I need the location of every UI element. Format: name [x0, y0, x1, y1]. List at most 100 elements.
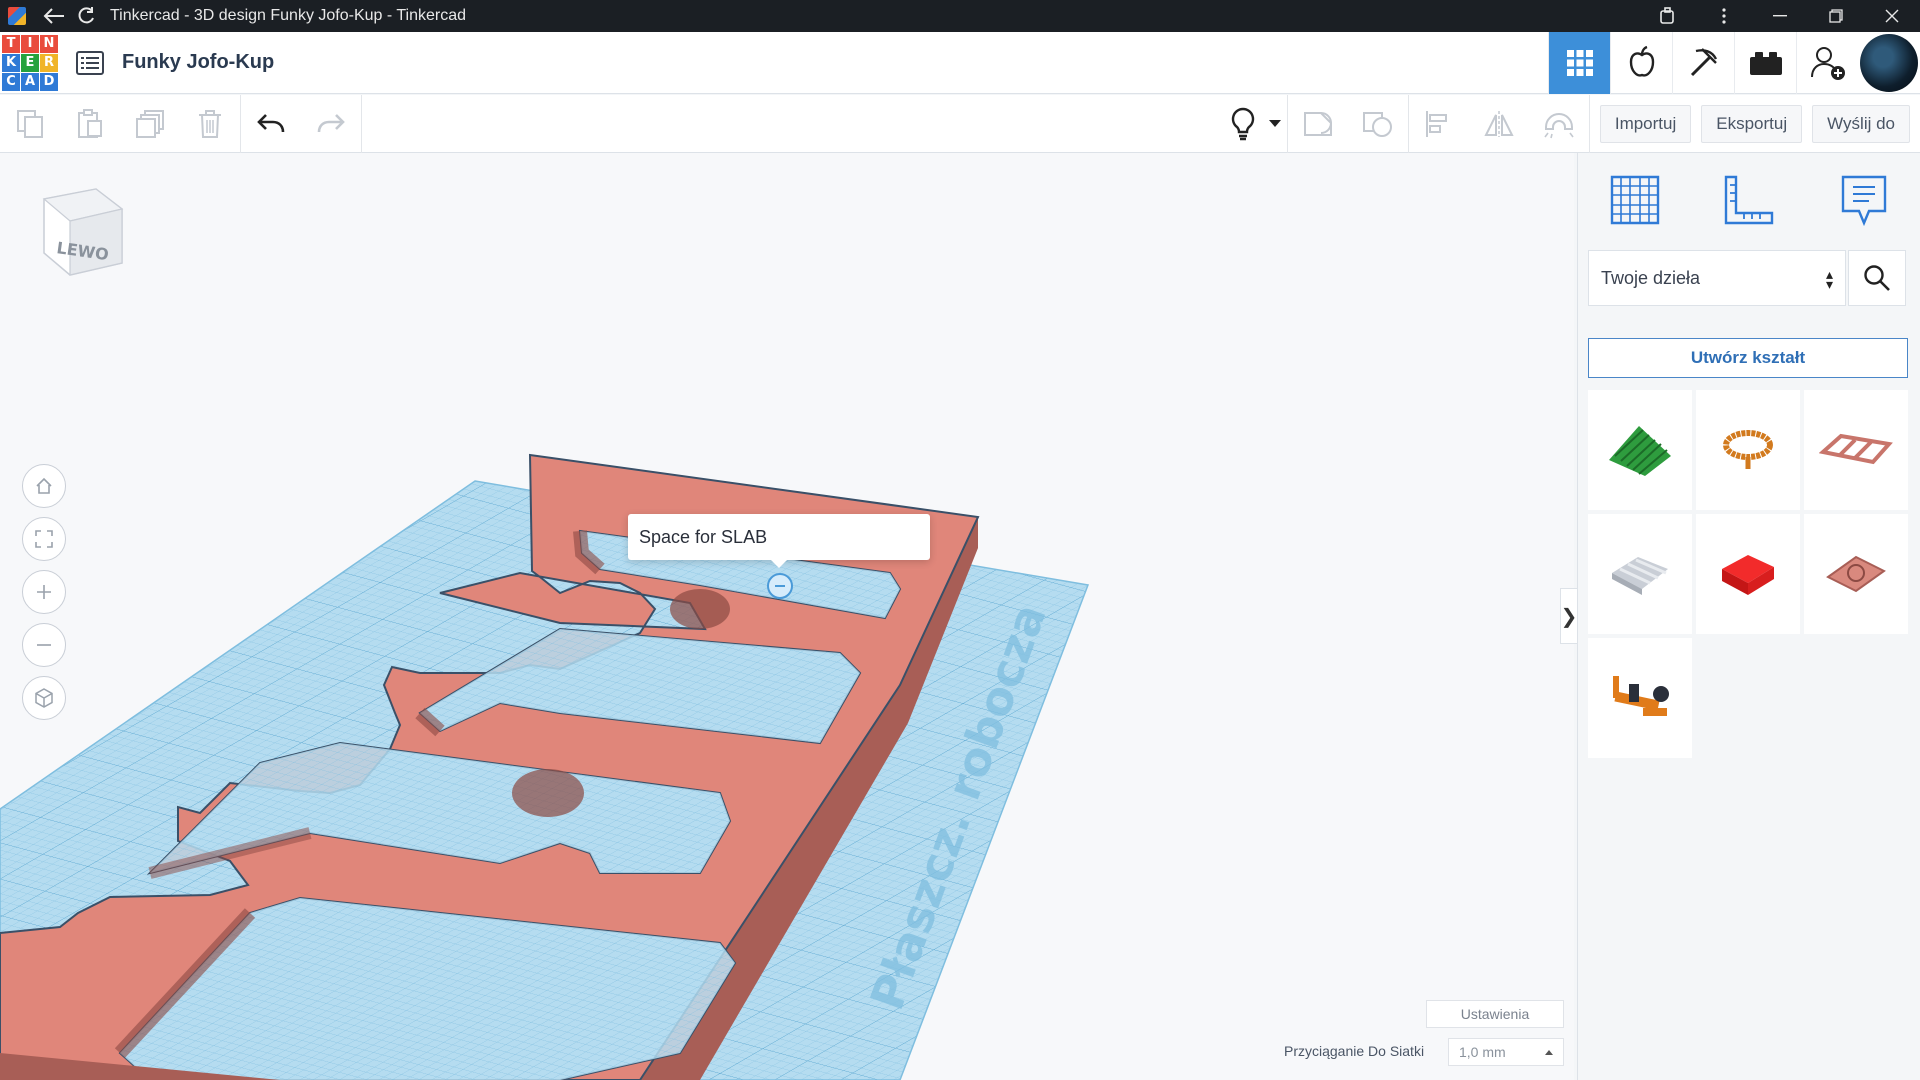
- snap-grid-value: 1,0 mm: [1459, 1044, 1506, 1060]
- window-title: Tinkercad - 3D design Funky Jofo-Kup - T…: [110, 7, 467, 24]
- delete-button[interactable]: [180, 95, 240, 153]
- toolbar-divider: [1588, 95, 1590, 153]
- align-button[interactable]: [1409, 95, 1469, 153]
- mirror-button[interactable]: [1469, 95, 1529, 153]
- perspective-button[interactable]: [22, 676, 66, 720]
- send-to-button[interactable]: Wyślij do: [1812, 105, 1910, 143]
- logo-letter: C: [2, 72, 20, 91]
- group-icon: [1303, 112, 1332, 136]
- copy-icon: [17, 109, 43, 138]
- list-icon: [76, 50, 104, 75]
- bricks-button[interactable]: [1734, 32, 1796, 94]
- import-button[interactable]: Importuj: [1599, 105, 1692, 143]
- toolbar-divider: [361, 94, 362, 153]
- sim-lab-button[interactable]: [1610, 32, 1672, 94]
- updown-icon: ▴ ▾: [1825, 266, 1833, 292]
- create-shape-button[interactable]: Utwórz kształt: [1588, 338, 1908, 378]
- engraved-plate-shape-icon: [1826, 555, 1886, 593]
- notes-panel-button[interactable]: [1829, 165, 1899, 235]
- workplane-viewport[interactable]: Płaszcz. robocza LEWO Space for SLAB Ust…: [0, 153, 1574, 1080]
- striped-block-shape-icon: [1612, 557, 1668, 595]
- group-button[interactable]: [1288, 95, 1348, 153]
- magnet-icon: [1544, 113, 1574, 139]
- undo-icon: [257, 113, 285, 132]
- logo-letter: R: [40, 53, 58, 72]
- zoom-out-button[interactable]: [22, 623, 66, 667]
- close-icon[interactable]: [1864, 0, 1920, 32]
- workplane-tool-button[interactable]: [1600, 165, 1670, 235]
- 3d-design-view-button[interactable]: [1548, 32, 1610, 94]
- pickaxe-icon: [1690, 48, 1717, 77]
- blocks-button[interactable]: [1672, 32, 1734, 94]
- copy-button[interactable]: [0, 95, 60, 153]
- grid-icon: [1566, 50, 1593, 76]
- clipboard-icon: [78, 108, 102, 138]
- mirror-icon: [1484, 111, 1514, 137]
- lightbulb-icon: [1231, 107, 1255, 141]
- invite-user-button[interactable]: [1796, 32, 1858, 94]
- trash-icon: [199, 109, 221, 138]
- app-icon: [8, 7, 26, 25]
- note-handle[interactable]: [767, 573, 793, 599]
- notes-dropdown-caret[interactable]: [1263, 95, 1287, 153]
- logo-letter: N: [40, 34, 58, 53]
- note-tooltip[interactable]: Space for SLAB: [628, 514, 930, 568]
- ruler-tool-button[interactable]: [1714, 165, 1784, 235]
- window-titlebar: Tinkercad - 3D design Funky Jofo-Kup - T…: [0, 0, 1920, 32]
- note-icon: [1841, 175, 1887, 227]
- minimize-icon[interactable]: [1752, 0, 1808, 32]
- duplicate-icon: [136, 109, 164, 138]
- search-icon: [1864, 265, 1890, 291]
- undo-button[interactable]: [241, 95, 301, 153]
- logo-letter: K: [2, 53, 20, 72]
- shape-tile[interactable]: [1588, 638, 1692, 758]
- view-cube[interactable]: LEWO: [26, 183, 126, 293]
- snap-grid-select[interactable]: 1,0 mm: [1448, 1038, 1564, 1066]
- robot-assembly-shape-icon: [1613, 676, 1669, 716]
- logo-letter: E: [21, 53, 39, 72]
- more-options-icon[interactable]: [1696, 0, 1752, 32]
- refresh-icon[interactable]: [70, 0, 102, 32]
- ungroup-icon: [1362, 112, 1392, 137]
- fit-icon: [35, 530, 53, 548]
- minus-icon: [37, 644, 51, 646]
- shape-tile[interactable]: [1588, 514, 1692, 634]
- pink-tray-shape-icon: [1819, 433, 1893, 465]
- paste-button[interactable]: [60, 95, 120, 153]
- panel-collapse-tab[interactable]: ❯: [1560, 588, 1578, 644]
- fit-view-button[interactable]: [22, 517, 66, 561]
- design-name[interactable]: Funky Jofo-Kup: [122, 51, 274, 74]
- shape-grid: [1588, 390, 1908, 758]
- avatar[interactable]: [1860, 34, 1918, 92]
- green-ridges-shape-icon: [1609, 426, 1671, 476]
- back-arrow-icon[interactable]: [38, 0, 70, 32]
- zoom-in-button[interactable]: [22, 570, 66, 614]
- caret-up-icon: [1545, 1050, 1553, 1055]
- shape-tile[interactable]: [1588, 390, 1692, 510]
- extensions-icon[interactable]: [1640, 0, 1696, 32]
- home-view-button[interactable]: [22, 464, 66, 508]
- export-button[interactable]: Eksportuj: [1701, 105, 1803, 143]
- cruise-button[interactable]: [1529, 95, 1589, 153]
- restore-icon[interactable]: [1808, 0, 1864, 32]
- logo-letter: T: [2, 34, 20, 53]
- caret-down-icon: [1268, 120, 1281, 127]
- shape-library-select[interactable]: Twoje dzieła ▴ ▾: [1588, 250, 1846, 306]
- ungroup-button[interactable]: [1348, 95, 1408, 153]
- shape-search-button[interactable]: [1848, 250, 1906, 306]
- shapes-panel: Twoje dzieła ▴ ▾ Utwórz kształt: [1577, 153, 1920, 1080]
- logo-letter: I: [21, 34, 39, 53]
- shape-tile[interactable]: [1804, 514, 1908, 634]
- redo-button[interactable]: [301, 95, 361, 153]
- design-list-button[interactable]: [72, 45, 108, 81]
- home-icon: [36, 477, 52, 494]
- shape-tile[interactable]: [1696, 390, 1800, 510]
- 3d-scene[interactable]: Płaszcz. robocza: [0, 153, 1574, 1080]
- red-block-shape-icon: [1722, 555, 1774, 595]
- cube-icon: [35, 688, 53, 708]
- tinkercad-logo[interactable]: T I N K E R C A D: [2, 34, 58, 91]
- duplicate-button[interactable]: [120, 95, 180, 153]
- shape-tile[interactable]: [1696, 514, 1800, 634]
- settings-button[interactable]: Ustawienia: [1426, 1000, 1564, 1028]
- shape-tile[interactable]: [1804, 390, 1908, 510]
